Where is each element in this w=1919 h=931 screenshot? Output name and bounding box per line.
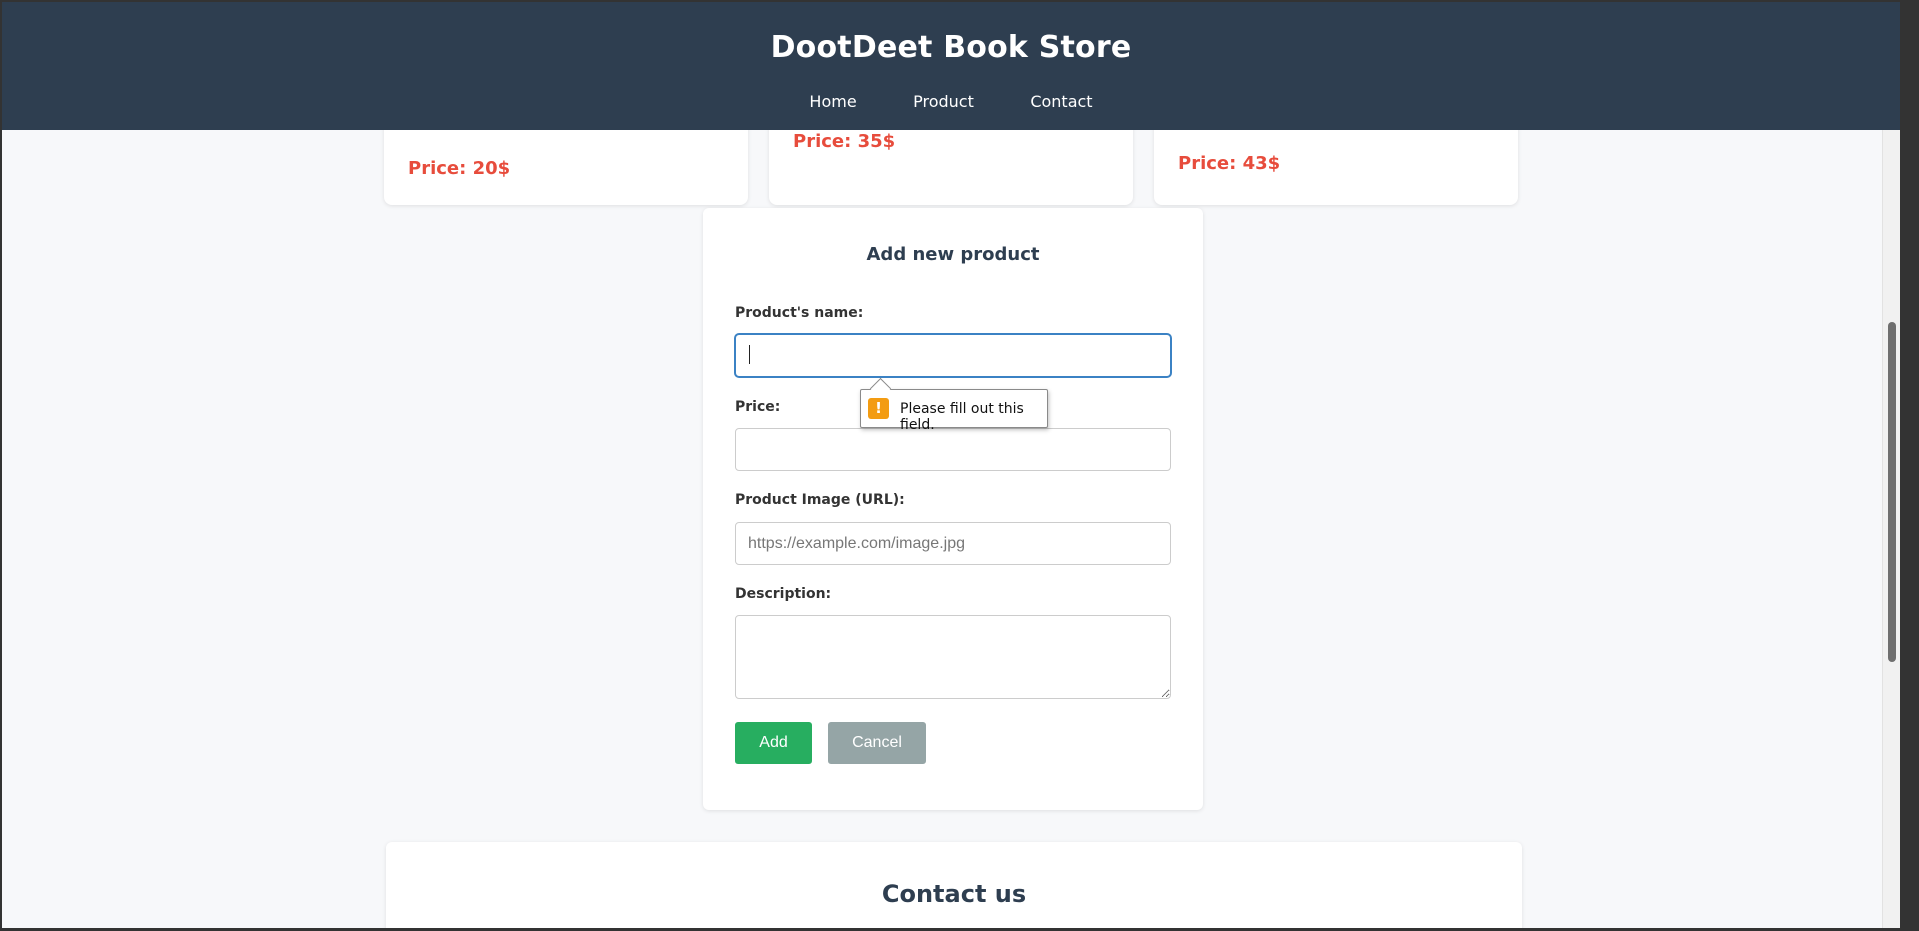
nav-contact-link[interactable]: Contact xyxy=(1030,92,1092,111)
description-textarea[interactable] xyxy=(735,615,1171,699)
main-nav: Home Product Contact xyxy=(2,92,1900,112)
contact-title: Contact us xyxy=(881,880,1027,908)
scrollbar-thumb[interactable] xyxy=(1888,322,1896,662)
contact-section: Contact us xyxy=(386,842,1522,928)
validation-tooltip: ! Please fill out this field. xyxy=(860,377,1048,433)
warning-icon: ! xyxy=(868,398,889,419)
price-label: Price: xyxy=(735,399,781,415)
product-name-input[interactable] xyxy=(735,334,1171,377)
site-title: DootDeet Book Store xyxy=(770,30,1132,65)
nav-product-link[interactable]: Product xyxy=(913,92,974,111)
validation-message: Please fill out this field. xyxy=(900,401,1024,433)
image-url-label: Product Image (URL): xyxy=(735,492,905,508)
product-price: Price: 20$ xyxy=(408,158,511,179)
product-price: Price: 43$ xyxy=(1178,153,1281,174)
description-label: Description: xyxy=(735,586,832,602)
product-price: Price: 35$ xyxy=(793,131,896,152)
page-scrollbar[interactable] xyxy=(1882,2,1900,928)
form-title: Add new product xyxy=(866,244,1040,265)
browser-viewport: Price: 20$ Price: 35$ Price: 43$ DootDee… xyxy=(2,2,1900,928)
price-input[interactable] xyxy=(735,428,1171,471)
nav-home-link[interactable]: Home xyxy=(809,92,856,111)
add-button[interactable]: Add xyxy=(735,722,812,764)
cancel-button[interactable]: Cancel xyxy=(828,722,926,764)
product-name-label: Product's name: xyxy=(735,305,864,321)
add-product-form: Add new product Product's name: Price: P… xyxy=(703,208,1203,810)
text-caret xyxy=(749,345,750,364)
site-header: DootDeet Book Store Home Product Contact xyxy=(2,2,1900,130)
image-url-input[interactable] xyxy=(735,522,1171,565)
